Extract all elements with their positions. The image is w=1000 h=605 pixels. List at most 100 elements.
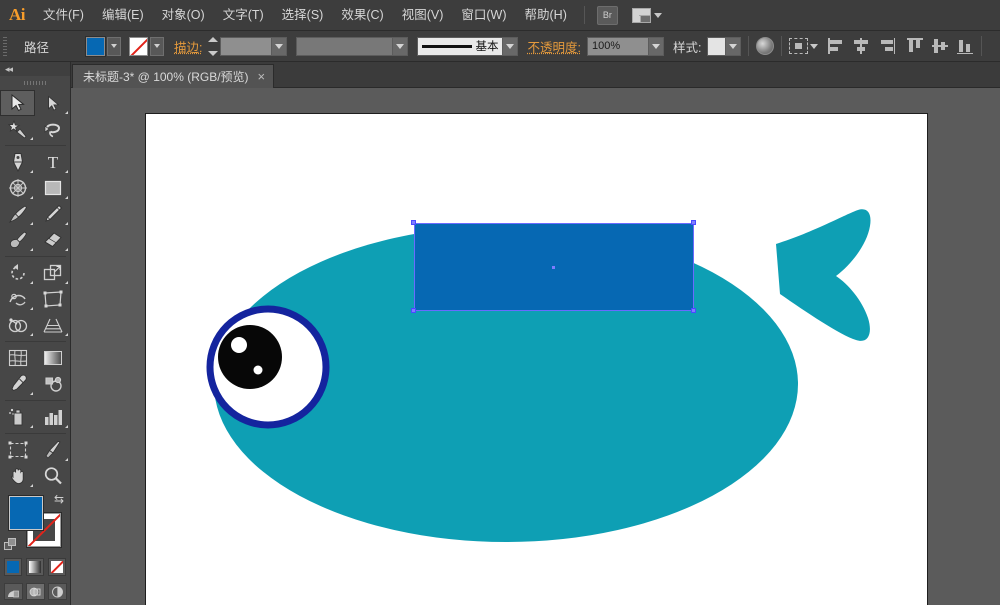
- blend-tool[interactable]: [35, 371, 70, 397]
- menu-help[interactable]: 帮助(H): [516, 0, 576, 31]
- rectangle-tool[interactable]: [35, 175, 70, 201]
- eyedropper-tool[interactable]: [0, 371, 35, 397]
- perspective-grid-tool[interactable]: [35, 312, 70, 338]
- graphic-style-dropdown[interactable]: [726, 37, 741, 56]
- selection-handle-bottom-right[interactable]: [691, 308, 696, 313]
- mesh-icon: [8, 349, 28, 367]
- close-icon[interactable]: ×: [258, 70, 266, 83]
- variable-width-profile-input[interactable]: [296, 37, 393, 56]
- fill-color-mode-button[interactable]: [4, 558, 22, 576]
- menu-view[interactable]: 视图(V): [393, 0, 453, 31]
- slice-tool[interactable]: [35, 437, 70, 463]
- menu-file[interactable]: 文件(F): [34, 0, 93, 31]
- fish-mouth-notch: [146, 352, 212, 414]
- tools-panel-collapse-button[interactable]: ◂◂: [0, 62, 70, 76]
- draw-behind-mode-button[interactable]: [26, 583, 45, 600]
- align-middle-vertical-icon[interactable]: [932, 38, 949, 54]
- arrow-outline-icon: [46, 95, 60, 112]
- menu-type[interactable]: 文字(T): [214, 0, 273, 31]
- tool-flyout-corner-icon: [30, 484, 33, 487]
- eraser-tool[interactable]: [35, 227, 70, 253]
- transform-panel-button[interactable]: [789, 38, 818, 54]
- width-tool[interactable]: [0, 286, 35, 312]
- selection-handle-top-right[interactable]: [691, 220, 696, 225]
- tool-flyout-corner-icon: [30, 248, 33, 251]
- selection-handle-top-left[interactable]: [411, 220, 416, 225]
- gradient-mode-button[interactable]: [26, 558, 44, 576]
- lasso-tool[interactable]: [35, 116, 70, 142]
- direct-selection-tool[interactable]: [35, 90, 70, 116]
- zoom-tool[interactable]: [35, 463, 70, 489]
- swap-fill-stroke-icon[interactable]: ⇆: [54, 493, 67, 506]
- line-segment-tool[interactable]: [0, 175, 35, 201]
- fish-illustration[interactable]: [146, 114, 927, 605]
- tools-panel-grip[interactable]: [0, 76, 70, 90]
- menu-object[interactable]: 对象(O): [153, 0, 214, 31]
- bridge-button[interactable]: Br: [597, 6, 618, 25]
- control-bar-grip[interactable]: [0, 31, 10, 62]
- artboard[interactable]: [145, 113, 928, 605]
- type-tool[interactable]: T: [35, 149, 70, 175]
- stroke-weight-label[interactable]: 描边:: [174, 37, 202, 56]
- default-fill-stroke-icon[interactable]: [4, 538, 17, 551]
- canvas-area[interactable]: [71, 88, 1000, 605]
- document-tab[interactable]: 未标题-3* @ 100% (RGB/预览) ×: [72, 64, 274, 88]
- stroke-color-swatch[interactable]: [129, 37, 148, 56]
- arrange-documents-button[interactable]: [632, 8, 662, 23]
- fill-swatch[interactable]: [9, 496, 43, 530]
- stroke-weight-input[interactable]: [220, 37, 272, 56]
- none-mode-button[interactable]: [48, 558, 66, 576]
- tool-flyout-corner-icon: [30, 137, 33, 140]
- menu-window[interactable]: 窗口(W): [452, 0, 515, 31]
- opacity-label[interactable]: 不透明度:: [527, 37, 580, 56]
- pen-tool[interactable]: [0, 149, 35, 175]
- artboard-tool[interactable]: [0, 437, 35, 463]
- fill-swatch-dropdown[interactable]: [107, 37, 121, 56]
- menu-select[interactable]: 选择(S): [273, 0, 333, 31]
- artboard-icon: [8, 441, 28, 459]
- brush-definition-dropdown[interactable]: [503, 37, 518, 56]
- stroke-weight-dropdown[interactable]: [272, 37, 287, 56]
- selection-tool[interactable]: [0, 90, 35, 116]
- draw-normal-mode-button[interactable]: [4, 583, 23, 600]
- pencil-tool[interactable]: [35, 201, 70, 227]
- lasso-icon: [43, 120, 63, 138]
- menu-edit[interactable]: 编辑(E): [93, 0, 153, 31]
- gradient-tool[interactable]: [35, 345, 70, 371]
- column-graph-tool[interactable]: [35, 404, 70, 430]
- rotate-tool[interactable]: [0, 260, 35, 286]
- scale-tool[interactable]: [35, 260, 70, 286]
- menu-bar: Ai 文件(F) 编辑(E) 对象(O) 文字(T) 选择(S) 效果(C) 视…: [0, 0, 1000, 31]
- align-left-icon[interactable]: [828, 38, 845, 54]
- pen-icon: [9, 152, 27, 172]
- brush-definition-select[interactable]: 基本: [417, 37, 503, 56]
- align-bottom-icon[interactable]: [957, 38, 974, 54]
- menu-effect[interactable]: 效果(C): [332, 0, 392, 31]
- stroke-weight-stepper[interactable]: [208, 37, 219, 56]
- document-tab-bar: 未标题-3* @ 100% (RGB/预览) ×: [0, 62, 1000, 88]
- recolor-artwork-icon[interactable]: [756, 37, 774, 55]
- draw-inside-mode-button[interactable]: [48, 583, 67, 600]
- magic-wand-tool[interactable]: [0, 116, 35, 142]
- free-transform-tool[interactable]: [35, 286, 70, 312]
- opacity-input[interactable]: 100%: [587, 37, 649, 56]
- opacity-dropdown[interactable]: [649, 37, 664, 56]
- stroke-swatch-dropdown[interactable]: [150, 37, 164, 56]
- align-right-icon[interactable]: [878, 38, 895, 54]
- symbol-sprayer-tool[interactable]: [0, 404, 35, 430]
- fill-color-swatch[interactable]: [86, 37, 105, 56]
- graphic-style-swatch[interactable]: [707, 37, 726, 56]
- mesh-tool[interactable]: [0, 345, 35, 371]
- variable-width-dropdown[interactable]: [393, 37, 408, 56]
- tool-flyout-corner-icon: [30, 196, 33, 199]
- align-top-icon[interactable]: [907, 38, 924, 54]
- hand-tool[interactable]: [0, 463, 35, 489]
- blob-brush-tool[interactable]: [0, 227, 35, 253]
- selection-handle-bottom-left[interactable]: [411, 308, 416, 313]
- paintbrush-tool[interactable]: [0, 201, 35, 227]
- tool-divider: [5, 341, 66, 342]
- illustrator-window: Ai 文件(F) 编辑(E) 对象(O) 文字(T) 选择(S) 效果(C) 视…: [0, 0, 1000, 605]
- tool-flyout-corner-icon: [65, 333, 68, 336]
- align-center-horizontal-icon[interactable]: [853, 38, 870, 54]
- shape-builder-tool[interactable]: [0, 312, 35, 338]
